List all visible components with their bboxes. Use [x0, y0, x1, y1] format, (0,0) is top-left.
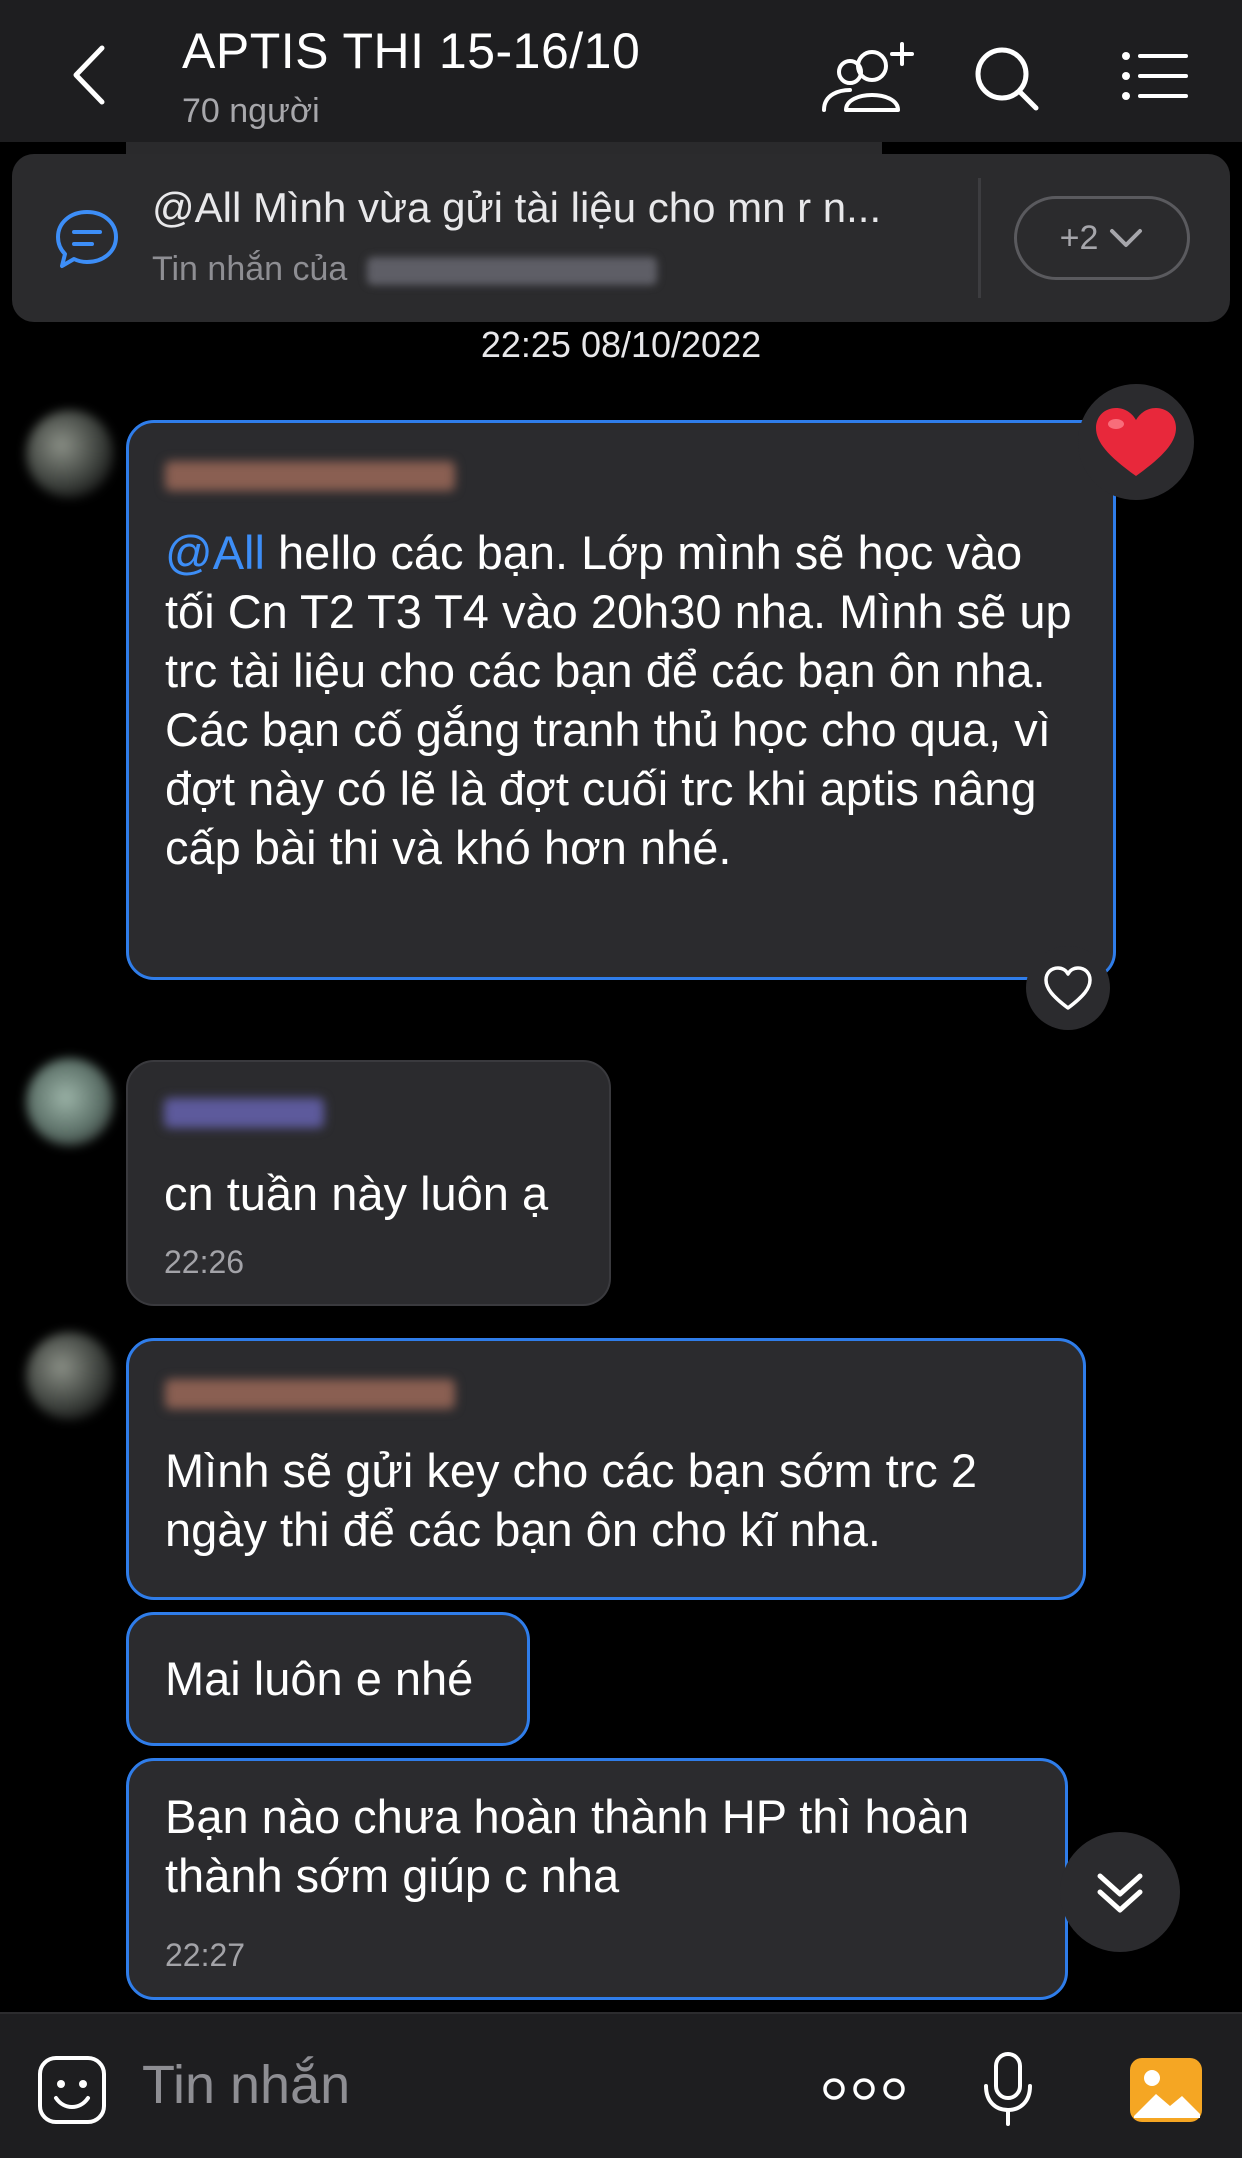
message-text: Mình sẽ gửi key cho các bạn sớm trc 2 ng…: [165, 1444, 977, 1556]
blurred-sender-name: [165, 461, 455, 491]
member-count: 70 người: [182, 92, 320, 130]
pinned-sender-prefix: Tin nhắn của: [152, 250, 348, 288]
message-bubble[interactable]: Bạn nào chưa hoàn thành HP thì hoàn thàn…: [126, 1758, 1068, 2000]
message-bubble[interactable]: cn tuần này luôn ạ 22:26: [126, 1060, 611, 1306]
blurred-sender-name: [366, 257, 657, 286]
header-tab-strip: [126, 142, 882, 154]
double-chevron-down-icon: [1097, 1873, 1143, 1913]
mention-tag[interactable]: @All: [165, 526, 265, 579]
more-pinned-count: +2: [1059, 218, 1099, 257]
avatar[interactable]: [26, 410, 114, 498]
message-text: @All hello các bạn. Lớp mình sẽ học vào …: [165, 523, 1083, 877]
message-time: 22:27: [165, 1937, 246, 1973]
chat-header: APTIS THI 15-16/10 70 người: [0, 0, 1242, 142]
gallery-icon[interactable]: [1128, 2054, 1204, 2126]
menu-list-icon[interactable]: [1116, 40, 1206, 116]
message-body: hello các bạn. Lớp mình sẽ học vào tối C…: [165, 526, 1072, 874]
date-separator: 22:25 08/10/2022: [480, 324, 762, 365]
avatar[interactable]: [26, 1058, 114, 1146]
react-button[interactable]: [1026, 946, 1110, 1030]
message-bubble[interactable]: Mình sẽ gửi key cho các bạn sớm trc 2 ng…: [126, 1338, 1086, 1600]
sticker-icon[interactable]: [36, 2054, 108, 2126]
heart-outline-icon: [1044, 966, 1092, 1010]
blurred-sender-name: [164, 1098, 324, 1128]
message-input[interactable]: Tin nhắn: [142, 2054, 350, 2116]
message-time: 22:26: [164, 1244, 245, 1280]
search-icon[interactable]: [966, 40, 1046, 116]
message-text: cn tuần này luôn ạ: [164, 1167, 549, 1220]
message-bubble-icon: [56, 210, 118, 268]
group-title[interactable]: APTIS THI 15-16/10: [182, 22, 640, 80]
blurred-sender-name: [165, 1379, 455, 1409]
message-input-bar: Tin nhắn: [0, 2014, 1242, 2158]
avatar[interactable]: [26, 1332, 114, 1420]
message-bubble[interactable]: Mai luôn e nhé: [126, 1612, 530, 1746]
add-member-icon[interactable]: [820, 40, 916, 116]
back-arrow-icon[interactable]: [60, 40, 130, 110]
more-options-icon[interactable]: [822, 2072, 906, 2106]
scroll-to-bottom-button[interactable]: [1060, 1832, 1180, 1952]
message-text: Mai luôn e nhé: [165, 1652, 474, 1705]
pinned-text: @All Mình vừa gửi tài liệu cho mn r n...: [152, 184, 882, 231]
microphone-icon[interactable]: [980, 2050, 1036, 2130]
more-pinned-button[interactable]: +2: [1014, 196, 1190, 280]
chevron-down-icon: [1110, 229, 1143, 247]
message-bubble[interactable]: @All hello các bạn. Lớp mình sẽ học vào …: [126, 420, 1116, 980]
divider: [978, 178, 981, 298]
reaction-badge[interactable]: [1078, 384, 1194, 500]
heart-icon: [1096, 408, 1176, 476]
pinned-sender: Tin nhắn của: [152, 250, 657, 289]
pinned-message-bar[interactable]: @All Mình vừa gửi tài liệu cho mn r n...…: [12, 154, 1230, 322]
message-text: Bạn nào chưa hoàn thành HP thì hoàn thàn…: [165, 1790, 970, 1902]
